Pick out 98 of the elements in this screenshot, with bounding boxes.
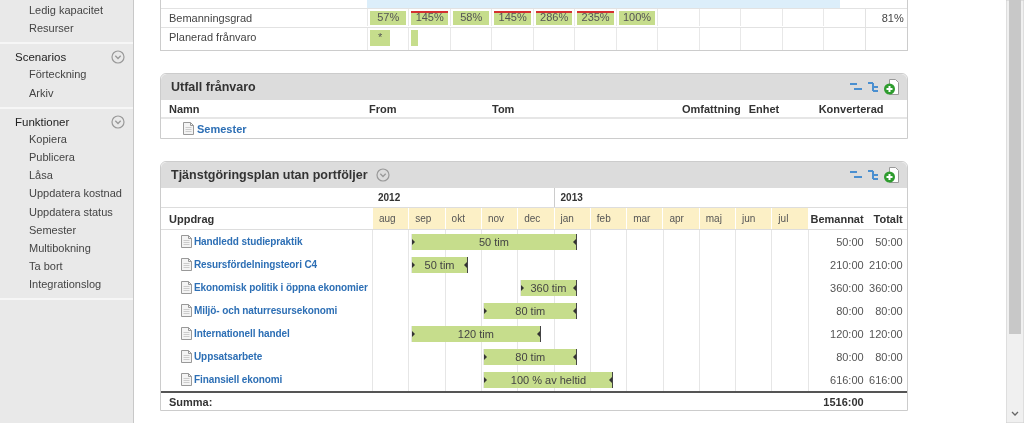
sidebar-item[interactable]: Uppdatera kostnad [0, 185, 133, 204]
assignment-link[interactable]: Resursfördelningsteori C4 [194, 259, 318, 270]
month-header: sep [408, 208, 445, 229]
year-label: 2012 [377, 191, 402, 205]
assignment-link[interactable]: Finansiell ekonomi [194, 374, 283, 385]
sidebar-item[interactable]: Ledig kapacitet [0, 2, 133, 21]
month-header: jul [771, 208, 808, 229]
scrollbar[interactable] [1006, 0, 1024, 423]
document-icon [181, 327, 192, 340]
expand-icon[interactable] [111, 114, 125, 129]
row-label: Bemanningsgrad [168, 11, 254, 26]
staffed-value: 120:00 [807, 322, 868, 345]
staffed-value: 80:00 [807, 345, 868, 368]
panel-title: Utfall frånvaro [171, 80, 256, 94]
column-header: Konverterad [818, 102, 885, 115]
assignment-link[interactable]: Internationell handel [194, 328, 290, 339]
month-header: maj [698, 208, 736, 229]
expand-all-icon[interactable] [865, 168, 880, 182]
add-document-icon[interactable] [882, 167, 899, 183]
absence-link[interactable]: Semester [197, 122, 247, 135]
staffing-percent: 286% [539, 11, 570, 24]
gantt-bar[interactable]: 50 tim [410, 257, 469, 273]
sidebar-item[interactable]: Ta bort [0, 258, 133, 277]
sidebar-heading[interactable]: Funktioner [15, 115, 70, 128]
total-value: 50:00 [874, 234, 904, 250]
gantt-bar[interactable]: 100 % av heltid [483, 372, 614, 388]
total-value: 120:00 [868, 326, 904, 342]
collapse-all-icon[interactable] [848, 169, 863, 181]
month-header: dec [517, 208, 554, 229]
staffed-value: 80:00 [807, 299, 868, 322]
total-value: 81% [881, 12, 904, 24]
sum-label: Summa: [168, 395, 214, 408]
total-value: 210:00 [868, 257, 904, 273]
column-header: Omfattning [682, 102, 742, 115]
add-document-icon[interactable] [882, 79, 899, 95]
column-header: Namn [169, 102, 201, 115]
sidebar-item[interactable]: Förteckning [0, 66, 133, 85]
document-icon [183, 122, 194, 135]
gantt-bar[interactable]: 80 tim [483, 349, 578, 365]
expand-icon[interactable] [111, 50, 125, 65]
sidebar-item[interactable]: Integrationslog [0, 276, 133, 295]
sidebar-item[interactable]: Publicera [0, 148, 133, 168]
gantt-bar[interactable]: 50 tim [410, 234, 578, 250]
total-value: 616:00 [868, 372, 904, 388]
staffing-percent: 145% [497, 11, 528, 24]
gantt-bar[interactable]: 120 tim [410, 326, 541, 342]
expand-all-icon[interactable] [865, 80, 880, 94]
document-icon [181, 281, 192, 294]
expand-icon[interactable] [375, 168, 390, 182]
month-header: nov [480, 208, 518, 229]
collapse-all-icon[interactable] [848, 81, 863, 93]
sidebar-heading[interactable]: Scenarios [15, 51, 67, 64]
document-icon [181, 304, 192, 317]
sum-value: 1516:00 [822, 395, 865, 408]
month-header: mar [626, 208, 663, 229]
column-header: Uppdrag [168, 211, 216, 227]
row-label: Planerad frånvaro [168, 30, 258, 45]
year-label: 2013 [553, 188, 808, 207]
total-value: 360:00 [868, 280, 904, 296]
sidebar-item[interactable]: Multibokning [0, 239, 133, 259]
assignment-link[interactable]: Uppsatsarbete [194, 351, 263, 362]
panel-title: Tjänstgöringsplan utan portföljer [171, 168, 368, 182]
month-header: aug [372, 208, 409, 229]
staffed-value: 360:00 [807, 276, 868, 299]
staffed-value: 50:00 [807, 230, 868, 253]
column-header: From [369, 102, 398, 115]
staffing-percent: 58% [459, 11, 484, 24]
sidebar-item[interactable]: Resurser [0, 20, 133, 39]
sidebar-item[interactable]: Kopiera [0, 130, 133, 149]
document-icon [181, 350, 192, 363]
total-value: 80:00 [874, 349, 904, 365]
gantt-bar[interactable]: 360 tim [519, 280, 578, 296]
staffing-percent: 145% [414, 11, 445, 24]
total-value: 80:00 [874, 303, 904, 319]
column-header: Enhet [748, 102, 781, 115]
column-header: Tom [492, 102, 516, 115]
sidebar-item[interactable]: Semester [0, 221, 133, 240]
month-header: jun [735, 208, 772, 229]
document-icon [181, 373, 192, 386]
assignment-link[interactable]: Ekonomisk politik i öppna ekonomier [194, 282, 368, 293]
sidebar-item[interactable]: Arkiv [0, 84, 133, 103]
staffing-percent: 57% [376, 11, 401, 24]
document-icon [181, 235, 192, 248]
document-icon [181, 258, 192, 271]
sidebar-item[interactable]: Uppdatera status [0, 203, 133, 222]
assignment-link[interactable]: Handledd studiepraktik [194, 236, 303, 247]
assignment-link[interactable]: Miljö- och naturresursekonomi [194, 305, 338, 316]
staffed-value: 616:00 [807, 368, 868, 391]
staffed-value: 210:00 [807, 253, 868, 276]
month-header: apr [662, 208, 699, 229]
gantt-bar[interactable]: 80 tim [483, 303, 578, 319]
month-header: jan [553, 208, 590, 229]
staffing-percent: 235% [580, 11, 611, 24]
month-header: feb [589, 208, 627, 229]
month-header: okt [444, 208, 481, 229]
sidebar-item[interactable]: Låsa [0, 167, 133, 186]
absence-bar: * [370, 30, 391, 46]
staffing-percent: 100% [622, 11, 653, 24]
